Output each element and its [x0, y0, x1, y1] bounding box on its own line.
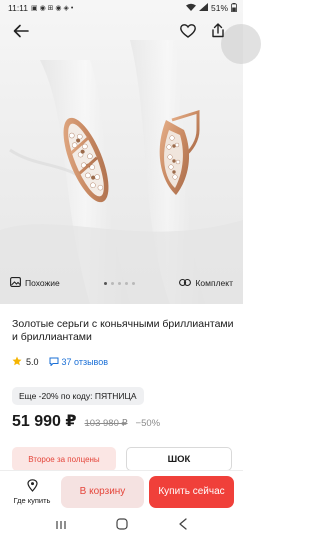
home-icon[interactable] — [116, 517, 129, 535]
status-bar: 11:11 ▣ ◉ ⊞ ◉ ◈ • 51% — [0, 0, 243, 16]
pagination-dot[interactable] — [132, 281, 136, 285]
back-button[interactable] — [8, 20, 34, 46]
image-icon — [10, 277, 21, 289]
star-icon — [12, 356, 22, 368]
similar-button[interactable]: Похожие — [10, 277, 60, 289]
reviews-link[interactable]: 37 отзывов — [49, 357, 109, 368]
arrow-left-icon — [13, 24, 29, 43]
location-pin-icon — [26, 478, 38, 494]
status-left: 11:11 ▣ ◉ ⊞ ◉ ◈ • — [8, 3, 73, 13]
wifi-icon — [185, 3, 196, 13]
status-right: 51% — [185, 2, 237, 14]
system-nav-bar — [0, 512, 243, 540]
battery-text: 51% — [210, 3, 228, 13]
where-to-buy-button[interactable]: Где купить — [8, 478, 56, 505]
offer-cards: Второе за полцены ШОК — [12, 447, 232, 471]
second-half-price-card[interactable]: Второе за полцены — [12, 447, 116, 471]
pagination-dot[interactable] — [104, 281, 108, 285]
bottom-action-bar: Где купить В корзину Купить сейчас — [0, 470, 243, 512]
set-label: Комплект — [195, 278, 233, 288]
set-button[interactable]: Комплект — [179, 278, 233, 289]
favorite-button[interactable] — [175, 20, 201, 46]
heart-icon — [180, 23, 196, 43]
pagination-dot[interactable] — [125, 281, 129, 285]
buy-now-button[interactable]: Купить сейчас — [149, 475, 234, 508]
status-time: 11:11 — [8, 3, 29, 13]
pagination-dot[interactable] — [111, 281, 115, 285]
pagination-dot[interactable] — [118, 281, 122, 285]
signal-icon — [198, 3, 208, 13]
current-price: 51 990 ₽ — [12, 413, 77, 430]
battery-icon — [231, 2, 237, 14]
old-price: 103 980 ₽ — [84, 418, 128, 429]
share-icon — [211, 23, 225, 43]
promo-code-badge[interactable]: Еще -20% по коду: ПЯТНИЦА — [12, 387, 144, 405]
add-to-cart-button[interactable]: В корзину — [61, 475, 144, 508]
recent-apps-icon[interactable] — [55, 517, 67, 535]
gallery-actions: Похожие Комплект — [0, 276, 243, 290]
gallery-pagination — [104, 281, 136, 285]
reviews-count: 37 отзывов — [61, 357, 109, 367]
price-row: 51 990 ₽ 103 980 ₽ −50% — [12, 411, 160, 431]
shock-card[interactable]: ШОК — [126, 447, 232, 471]
notification-icons: ▣ ◉ ⊞ ◉ ◈ • — [31, 5, 74, 12]
rating-row: 5.0 37 отзывов — [12, 356, 108, 368]
share-button[interactable] — [205, 20, 231, 46]
rating-value: 5.0 — [26, 357, 39, 367]
link-icon — [179, 278, 192, 289]
chat-icon — [49, 357, 59, 368]
back-nav-icon[interactable] — [178, 517, 188, 535]
product-title: Золотые серьги с коньячными бриллиантами… — [12, 318, 234, 343]
discount-percent: −50% — [135, 418, 161, 429]
similar-label: Похожие — [25, 278, 60, 288]
where-to-buy-label: Где купить — [13, 495, 51, 505]
